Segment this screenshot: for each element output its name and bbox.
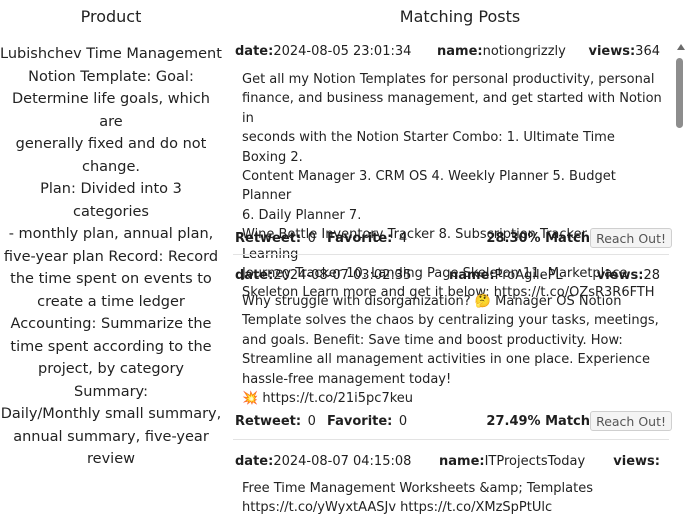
post-footer: Retweet: 0 Favorite: 0 27.49% Match Reac…: [235, 411, 672, 433]
post-stats: Retweet: 0 Favorite: 0: [235, 414, 408, 429]
post-date: date:2024-08-07 03:02:35: [235, 268, 412, 283]
post-views: views:364: [588, 44, 660, 59]
post-footer: Retweet: 0 Favorite: 4 28.30% Match Reac…: [235, 228, 672, 250]
post-divider: [233, 439, 669, 440]
post-divider: [233, 254, 669, 255]
post-author: name:notiongrizzly: [437, 44, 566, 59]
product-description: Lubishchev Time Management Notion Templa…: [0, 46, 222, 467]
post-views: views:: [613, 454, 660, 469]
reach-out-button[interactable]: Reach Out!: [590, 411, 672, 431]
post-card: date:2024-08-07 04:15:08 name:ITProjects…: [231, 454, 672, 523]
posts-scrollbar[interactable]: [674, 40, 686, 523]
post-date: date:2024-08-05 23:01:34: [235, 44, 412, 59]
product-column-header: Product: [80, 7, 142, 26]
post-card: date:2024-08-05 23:01:34 name:notiongriz…: [231, 44, 672, 300]
post-meta: date:2024-08-07 04:15:08 name:ITProjects…: [235, 454, 672, 474]
post-text: Why struggle with disorganization? 🤔 Man…: [242, 294, 659, 407]
scroll-up-arrow-icon[interactable]: [677, 44, 685, 50]
post-stats: Retweet: 0 Favorite: 4: [235, 231, 408, 246]
post-author: name:ITProjectsToday: [439, 454, 586, 469]
post-date: date:2024-08-07 04:15:08: [235, 454, 412, 469]
post-meta: date:2024-08-07 03:02:35 name:ProAgilePL…: [235, 268, 672, 288]
post-meta: date:2024-08-05 23:01:34 name:notiongriz…: [235, 44, 672, 64]
match-score: 27.49% Match: [486, 414, 590, 429]
post-views: views:28: [596, 268, 660, 283]
reach-out-button[interactable]: Reach Out!: [590, 228, 672, 248]
post-author: name:ProAgilePL: [449, 268, 563, 283]
matching-posts-list[interactable]: date:2024-08-05 23:01:34 name:notiongriz…: [231, 40, 672, 523]
posts-column-header: Matching Posts: [399, 7, 521, 26]
match-score: 28.30% Match: [486, 231, 590, 246]
post-card: date:2024-08-07 03:02:35 name:ProAgilePL…: [231, 268, 672, 436]
post-text: Free Time Management Worksheets &amp; Te…: [242, 481, 593, 516]
scrollbar-thumb[interactable]: [676, 58, 683, 128]
